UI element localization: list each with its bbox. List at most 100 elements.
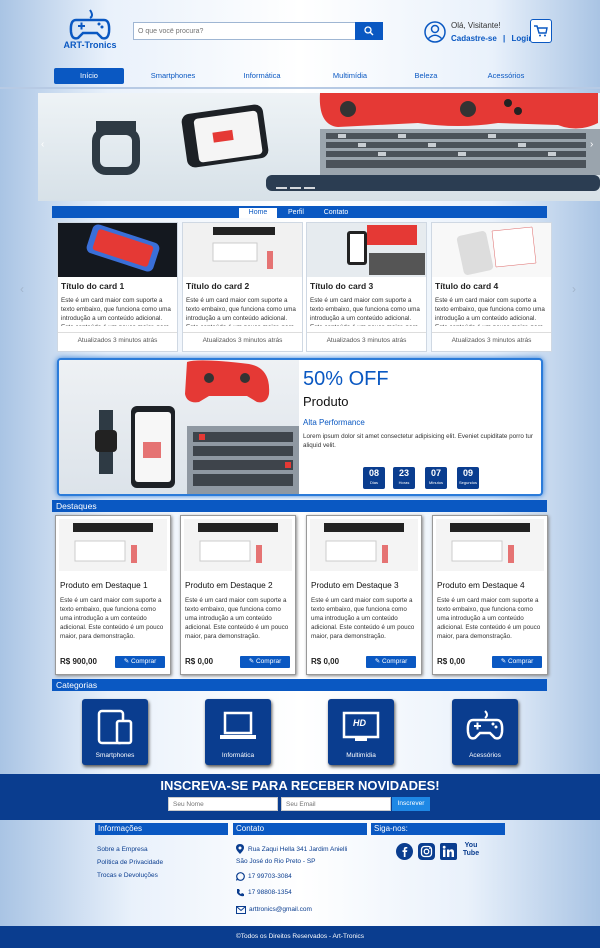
footer-link-sobre[interactable]: Sobre a Empresa — [97, 846, 148, 853]
nav-item-beleza[interactable]: Beleza — [404, 68, 448, 84]
product-text: Este é um card maior com suporte a texto… — [185, 597, 289, 640]
tab-contato[interactable]: Contato — [318, 208, 354, 218]
footer-link-privacidade[interactable]: Política de Privacidade — [97, 859, 163, 866]
card[interactable]: Título do card 1 Este é um card maior co… — [57, 222, 178, 352]
user-icon[interactable] — [424, 21, 446, 43]
cart-button[interactable] — [530, 19, 552, 43]
product-image — [310, 519, 418, 571]
hero-indicator[interactable] — [304, 187, 315, 189]
pencil-icon: ✎ — [123, 658, 131, 665]
hero-prev-arrow[interactable]: ‹ — [41, 139, 44, 150]
pencil-icon: ✎ — [374, 658, 382, 665]
countdown-unit: Minutos — [428, 480, 443, 485]
product-image — [184, 519, 292, 571]
category-informatica[interactable]: Informática — [205, 699, 271, 765]
promo-subtitle: Alta Performance — [303, 418, 365, 427]
cards-prev-arrow[interactable]: ‹ — [20, 282, 24, 296]
nav-item-inicio[interactable]: Início — [54, 68, 124, 84]
buy-button[interactable]: ✎ Comprar — [366, 656, 416, 668]
card[interactable]: Título do card 3 Este é um card maior co… — [306, 222, 427, 352]
buy-button[interactable]: ✎ Comprar — [240, 656, 290, 668]
product-price: R$ 900,00 — [60, 657, 97, 666]
hero-indicator[interactable] — [276, 187, 287, 189]
promo-banner[interactable]: 50% OFF Produto Alta Performance Lorem i… — [57, 358, 543, 496]
section-title-categorias: Categorias — [52, 679, 547, 691]
footer-email: arttronics@gmail.com — [249, 906, 312, 913]
instagram-icon[interactable] — [418, 843, 435, 860]
category-label: Multimídia — [346, 752, 376, 759]
countdown-unit: Segundos — [458, 480, 477, 485]
nav-item-smartphones[interactable]: Smartphones — [140, 68, 206, 84]
product-price: R$ 0,00 — [311, 657, 340, 666]
product-card[interactable]: Produto em Destaque 2 Este é um card mai… — [180, 515, 296, 675]
nav-item-informatica[interactable]: Informática — [232, 68, 292, 84]
footer-contact-title: Contato — [233, 823, 367, 835]
footer-address-line2: São José do Rio Preto - SP — [236, 858, 316, 865]
signup-link[interactable]: Cadastre-se — [451, 34, 497, 43]
linkedin-icon[interactable] — [440, 843, 457, 860]
buy-button[interactable]: ✎ Comprar — [115, 656, 165, 668]
newsletter-email-input[interactable] — [281, 797, 391, 811]
promo-image — [59, 360, 299, 494]
countdown-value: 07 — [430, 468, 441, 478]
hero-next-arrow[interactable]: › — [590, 139, 593, 150]
card-text: Este é um card maior com suporte a texto… — [310, 297, 420, 326]
promo-discount: 50% OFF — [303, 368, 389, 390]
devices-icon — [97, 709, 133, 745]
logo-text: ART-Tronics — [63, 40, 117, 50]
card-image — [307, 223, 426, 277]
product-title: Produto em Destaque 3 — [311, 580, 399, 590]
footer-link-trocas[interactable]: Trocas e Devoluções — [97, 872, 158, 879]
search-input[interactable] — [133, 22, 355, 40]
nav-item-acessorios[interactable]: Acessórios — [476, 68, 536, 84]
product-card[interactable]: Produto em Destaque 1 Este é um card mai… — [55, 515, 171, 675]
hero-image — [92, 93, 600, 191]
hero-carousel[interactable]: ‹ › — [38, 93, 600, 201]
search-icon — [364, 26, 374, 36]
cards-next-arrow[interactable]: › — [572, 282, 576, 296]
product-title: Produto em Destaque 2 — [185, 580, 273, 590]
card-image — [183, 223, 302, 277]
newsletter-name-input[interactable] — [168, 797, 278, 811]
card-footer: Atualizados 3 minutos atrás — [432, 332, 551, 344]
category-smartphones[interactable]: Smartphones — [82, 699, 148, 765]
product-text: Este é um card maior com suporte a texto… — [437, 597, 541, 640]
hero-indicator[interactable] — [290, 187, 301, 189]
card[interactable]: Título do card 2 Este é um card maior co… — [182, 222, 303, 352]
category-label: Smartphones — [95, 752, 135, 759]
product-card[interactable]: Produto em Destaque 3 Este é um card mai… — [306, 515, 422, 675]
tab-home[interactable]: Home — [239, 208, 277, 218]
pencil-icon: ✎ — [500, 658, 508, 665]
youtube-icon[interactable]: You Tube — [462, 842, 480, 858]
auth-separator: | — [503, 34, 506, 43]
card-image — [432, 223, 551, 277]
countdown-hours: 23 Horas — [393, 467, 415, 489]
product-card[interactable]: Produto em Destaque 4 Este é um card mai… — [432, 515, 548, 675]
subscribe-button[interactable]: Inscrever — [392, 797, 430, 811]
countdown-days: 08 Dias — [363, 467, 385, 489]
facebook-icon[interactable] — [396, 843, 413, 860]
buy-label: Comprar — [381, 658, 408, 665]
category-acessorios[interactable]: Acessórios — [452, 699, 518, 765]
buy-button[interactable]: ✎ Comprar — [492, 656, 542, 668]
category-multimidia[interactable]: HD Multimídia — [328, 699, 394, 765]
card[interactable]: Título do card 4 Este é um card maior co… — [431, 222, 552, 352]
card-title: Título do card 3 — [310, 281, 374, 291]
card-title: Título do card 4 — [435, 281, 499, 291]
card-footer: Atualizados 3 minutos atrás — [58, 332, 177, 344]
logo[interactable]: ART-Tronics — [58, 8, 122, 58]
search-button[interactable] — [355, 22, 383, 40]
section-title-destaques: Destaques — [52, 500, 547, 512]
countdown-minutes: 07 Minutos — [425, 467, 447, 489]
category-label: Acessórios — [469, 752, 501, 759]
card-title: Título do card 2 — [186, 281, 250, 291]
countdown-value: 09 — [462, 468, 473, 478]
cart-icon — [534, 25, 548, 37]
location-icon — [236, 844, 244, 854]
tab-perfil[interactable]: Perfil — [281, 208, 311, 218]
countdown-value: 08 — [368, 468, 379, 478]
countdown-unit: Horas — [398, 480, 410, 485]
nav-item-multimidia[interactable]: Multimídia — [320, 68, 380, 84]
buy-label: Comprar — [130, 658, 157, 665]
phone-icon — [237, 889, 244, 897]
